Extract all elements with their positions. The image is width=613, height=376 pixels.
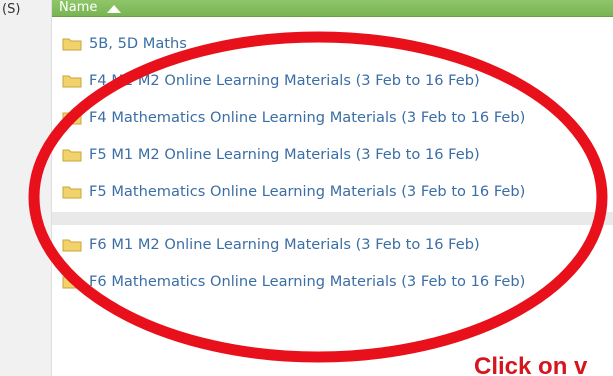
folder-link[interactable]: 5B, 5D Maths (89, 35, 187, 52)
list-item[interactable]: F5 Mathematics Online Learning Materials… (52, 173, 613, 210)
list-item[interactable]: F6 Mathematics Online Learning Materials… (52, 263, 613, 300)
folder-link[interactable]: F6 Mathematics Online Learning Materials… (89, 273, 525, 290)
list-item[interactable]: 5B, 5D Maths (52, 25, 613, 62)
folder-icon (62, 239, 82, 252)
sort-ascending-icon[interactable] (107, 5, 121, 13)
name-column-header[interactable]: Name (59, 0, 97, 15)
folder-link[interactable]: F4 Mathematics Online Learning Materials… (89, 109, 525, 126)
click-instruction-text: Click on v (474, 353, 588, 376)
breadcrumb[interactable]: (S) (2, 2, 20, 17)
column-header-bar: Name (52, 0, 613, 17)
folder-icon (62, 186, 82, 199)
folder-icon (62, 276, 82, 289)
left-panel: (S) (0, 0, 52, 376)
folder-icon (62, 112, 82, 125)
folder-icon (62, 149, 82, 162)
list-item[interactable]: F4 M1 M2 Online Learning Materials (3 Fe… (52, 62, 613, 99)
list-item[interactable]: F5 M1 M2 Online Learning Materials (3 Fe… (52, 136, 613, 173)
section-divider (52, 212, 613, 225)
folder-link[interactable]: F6 M1 M2 Online Learning Materials (3 Fe… (89, 236, 480, 253)
folder-list: 5B, 5D Maths F4 M1 M2 Online Learning Ma… (52, 17, 613, 376)
folder-link[interactable]: F4 M1 M2 Online Learning Materials (3 Fe… (89, 72, 480, 89)
list-item[interactable]: F6 M1 M2 Online Learning Materials (3 Fe… (52, 226, 613, 263)
folder-icon (62, 75, 82, 88)
folder-link[interactable]: F5 M1 M2 Online Learning Materials (3 Fe… (89, 146, 480, 163)
folder-icon (62, 38, 82, 51)
list-item[interactable]: F4 Mathematics Online Learning Materials… (52, 99, 613, 136)
folder-link[interactable]: F5 Mathematics Online Learning Materials… (89, 183, 525, 200)
